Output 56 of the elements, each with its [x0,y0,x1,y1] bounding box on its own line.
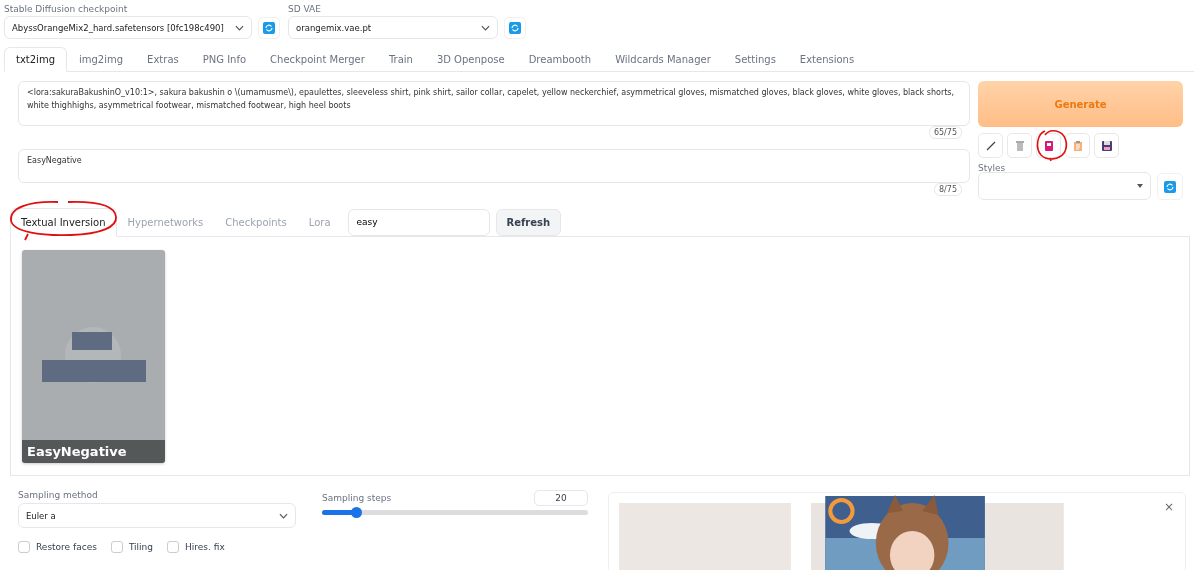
checkbox[interactable] [167,541,179,553]
styles-label: Styles [978,163,1007,173]
tab[interactable]: img2img [67,47,136,72]
dropdown[interactable]: Euler a [18,503,296,528]
tool-button[interactable] [1065,133,1090,158]
tab[interactable]: txt2img [4,47,67,72]
tab[interactable]: Hypernetworks [116,208,215,237]
tab[interactable]: Checkpoints [214,208,298,237]
checkbox[interactable] [110,541,123,553]
dropdown[interactable]: orangemix.vae.pt [288,16,498,39]
checkbox-label: Restore faces [36,542,97,552]
checkbox-label: Hires. fix [185,542,225,552]
slider-thumb[interactable] [350,507,362,518]
tab[interactable]: PNG Info [190,47,259,72]
negative-prompt-field[interactable]: EasyNegative [18,149,970,183]
refresh-button[interactable] [258,16,280,39]
field-label: Sampling method [18,490,99,500]
refresh-button[interactable]: Refresh [495,208,562,236]
tab[interactable]: Wildcards Manager [603,47,723,72]
refresh-icon [263,21,275,34]
refresh-button[interactable] [1157,173,1183,200]
refresh-icon [1164,180,1177,193]
checkbox-label: Tiling [128,542,153,552]
refresh-icon [509,21,521,34]
tab[interactable]: Lora [297,208,342,237]
tab[interactable]: Checkpoint Merger [258,47,377,72]
pencil-icon [984,139,997,152]
card-title: EasyNegative [22,440,165,463]
select-label: SD VAE [288,4,322,14]
caret-icon [1137,183,1144,188]
chevron-icon [279,512,288,519]
search-field[interactable]: easy [347,208,490,236]
token-counter: 65/75 [928,126,962,139]
refresh-button[interactable] [504,16,526,39]
tab[interactable]: Extensions [787,47,867,72]
save-icon [1100,139,1113,152]
trash-icon [1013,139,1026,152]
chevron-icon [235,24,244,31]
tool-button[interactable] [1094,133,1119,158]
token-counter: 8/75 [934,183,962,196]
tab[interactable]: 3D Openpose [424,47,517,72]
prompt-field[interactable]: <lora:sakuraBakushinO_v10:1>, sakura bakushin o \(umamusme\), epaulettes, sleeveless shirt, pink shirt, sailor collar, capelet, yellow neckerchief, asymmetrical gloves, mismatched gloves, black gloves, white gloves, black shorts, white thighhighs, asymmetrical footwear, mismatched footwear, high heel boots [18,81,970,126]
tab[interactable]: Textual Inversion [10,208,117,237]
clipboard-icon [1071,139,1084,152]
checkbox[interactable] [18,541,30,553]
chevron-icon [481,24,490,31]
tab[interactable]: Train [376,47,425,72]
tab[interactable]: Dreambooth [516,47,604,72]
tab[interactable]: Settings [722,47,788,72]
tab[interactable]: Extras [135,47,191,72]
number-field[interactable]: 20 [534,490,588,506]
field-label: Sampling steps [322,493,392,503]
card-icon [1042,139,1055,152]
slider-track[interactable] [322,510,588,515]
select-label: Stable Diffusion checkpoint [4,4,129,14]
dropdown[interactable]: AbyssOrangeMix2_hard.safetensors [0fc198c490] [4,16,252,39]
